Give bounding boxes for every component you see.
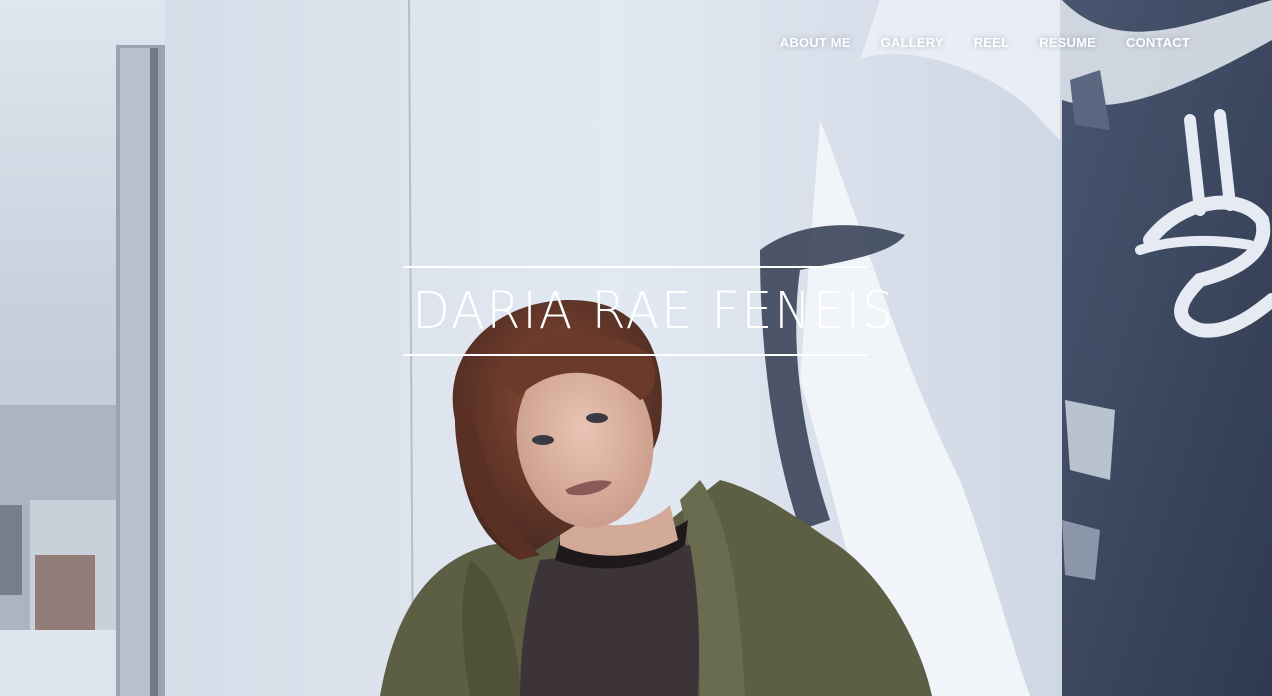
nav-reel[interactable]: REEL xyxy=(974,35,1009,50)
site-title-block: DARIA RAE FENEIS xyxy=(403,266,896,356)
hero-section: ABOUT ME GALLERY REEL RESUME CONTACT DAR… xyxy=(0,0,1272,696)
title-divider-bottom xyxy=(403,354,867,356)
nav-resume[interactable]: RESUME xyxy=(1039,35,1096,50)
nav-about-me[interactable]: ABOUT ME xyxy=(780,35,851,50)
title-divider-top xyxy=(403,266,867,268)
site-title: DARIA RAE FENEIS xyxy=(412,282,896,341)
nav-gallery[interactable]: GALLERY xyxy=(881,35,944,50)
nav-contact[interactable]: CONTACT xyxy=(1126,35,1190,50)
main-nav: ABOUT ME GALLERY REEL RESUME CONTACT xyxy=(780,35,1190,50)
